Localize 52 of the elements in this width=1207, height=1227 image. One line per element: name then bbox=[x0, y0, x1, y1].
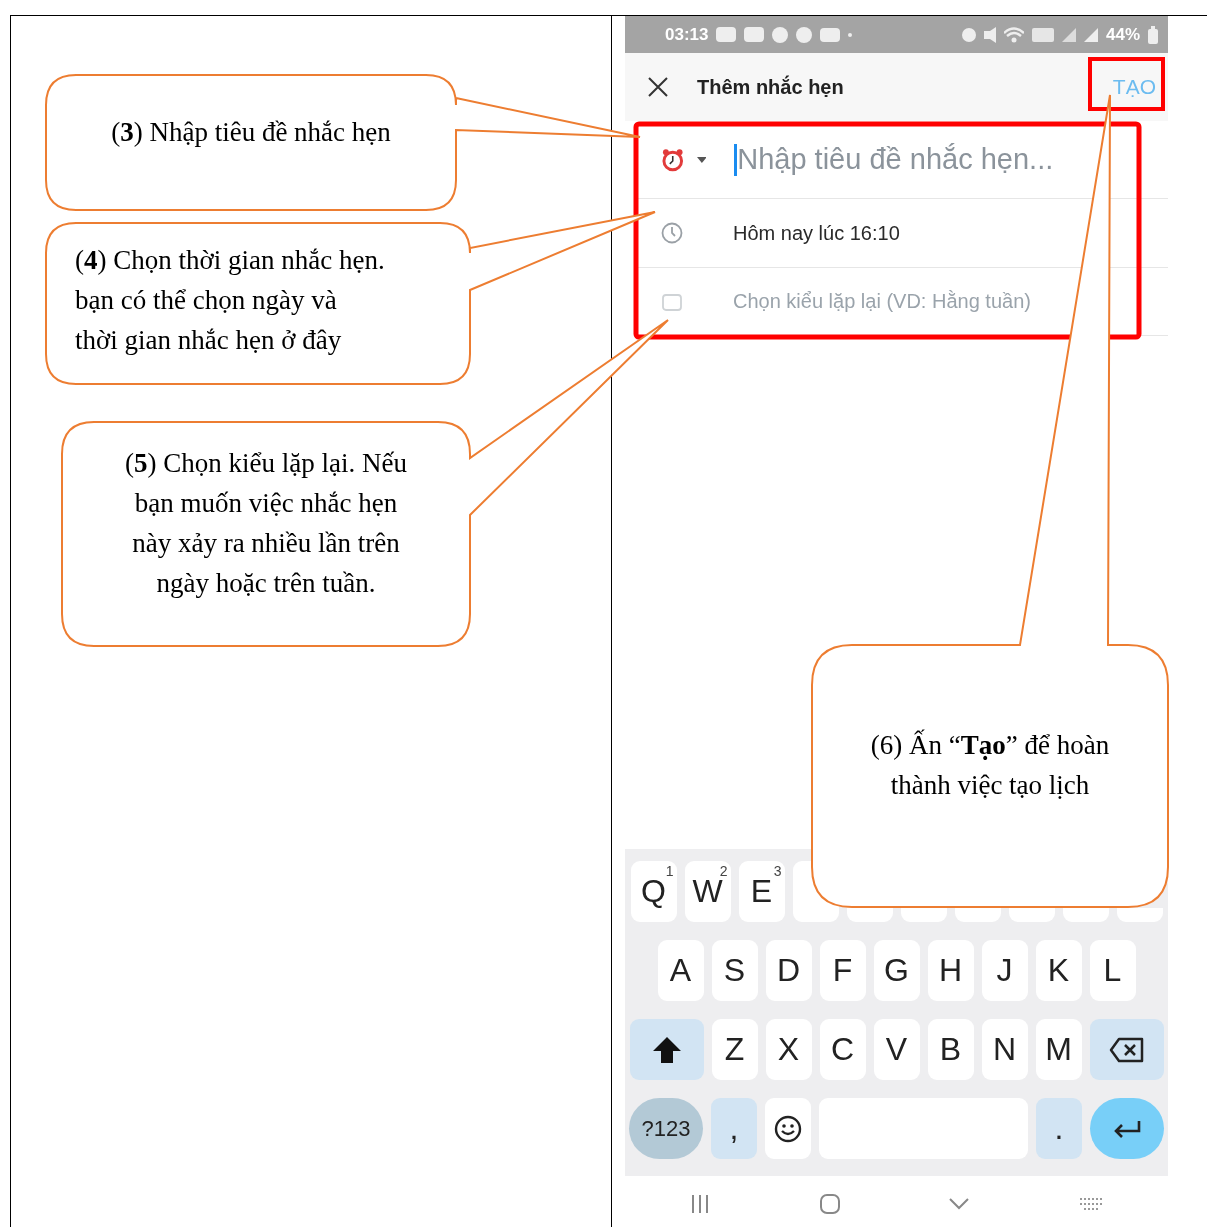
key-hint: 2 bbox=[719, 863, 728, 879]
clock-icon bbox=[661, 222, 683, 244]
letter-key[interactable]: C bbox=[819, 1019, 866, 1080]
emoji-icon bbox=[774, 1114, 802, 1143]
mute-icon bbox=[983, 26, 996, 43]
letter-key[interactable]: Z bbox=[711, 1019, 758, 1080]
title-input[interactable]: Nhập tiêu đề nhắc hẹn... bbox=[737, 143, 1168, 176]
letter-key[interactable]: X bbox=[765, 1019, 812, 1080]
close-icon[interactable] bbox=[647, 76, 669, 98]
letter-key[interactable]: S bbox=[711, 940, 758, 1001]
dropdown-caret-icon[interactable] bbox=[696, 156, 707, 163]
enter-icon bbox=[1112, 1118, 1142, 1139]
callout-text: (3) Nhập tiêu đề nhắc hẹn bbox=[110, 116, 392, 149]
keyboard-icon[interactable] bbox=[1078, 1195, 1105, 1212]
punctuation-key[interactable]: , bbox=[711, 1098, 757, 1159]
letter-key[interactable]: K bbox=[1035, 940, 1082, 1001]
signal-icon bbox=[1083, 27, 1098, 42]
text-cursor bbox=[734, 143, 738, 176]
emoji-key[interactable] bbox=[765, 1098, 811, 1159]
status-time: 03:13 bbox=[665, 24, 709, 45]
home-icon[interactable] bbox=[818, 1192, 841, 1215]
backspace-key[interactable] bbox=[1089, 1019, 1164, 1080]
letter-key[interactable]: V bbox=[873, 1019, 920, 1080]
back-icon[interactable] bbox=[948, 1196, 971, 1211]
letter-key[interactable]: G bbox=[873, 940, 920, 1001]
letter-key[interactable]: L bbox=[1089, 940, 1136, 1001]
shift-key[interactable] bbox=[629, 1019, 704, 1080]
enter-key[interactable] bbox=[1090, 1098, 1164, 1159]
symbols-key[interactable]: ?123 bbox=[629, 1098, 703, 1159]
wifi-icon bbox=[1003, 26, 1024, 43]
callout-text: (4) Chọn thời gian nhắc hẹn. bạn có thể chọn ngày và thời gian nhắc hẹn ở đây bbox=[75, 244, 386, 357]
letter-key[interactable]: N bbox=[981, 1019, 1028, 1080]
dot-icon bbox=[848, 32, 853, 37]
punctuation-key[interactable]: . bbox=[1036, 1098, 1082, 1159]
screen-title: Thêm nhắc hẹn bbox=[697, 75, 845, 99]
letter-key[interactable]: D bbox=[765, 940, 812, 1001]
letter-key[interactable]: F bbox=[819, 940, 866, 1001]
key-hint: 3 bbox=[773, 863, 782, 879]
callout-text: (5) Chọn kiểu lặp lại. Nếu bạn muốn việc nhắc hẹn này xảy ra nhiều lần trên ngày hoặc trên tuần. bbox=[124, 447, 408, 600]
reminder-time[interactable]: Hôm nay lúc 16:10 bbox=[733, 221, 900, 245]
battery-percent: 44% bbox=[1105, 24, 1140, 45]
key-hint: 1 bbox=[665, 863, 674, 879]
signal-icon bbox=[1061, 27, 1076, 42]
backspace-icon bbox=[1108, 1036, 1145, 1063]
callout-text: (6) Ấn “Tạo” để hoàn thành việc tạo lịch bbox=[869, 728, 1111, 802]
letter-key[interactable]: B bbox=[927, 1019, 974, 1080]
letter-key[interactable]: A bbox=[657, 940, 704, 1001]
battery-icon bbox=[1148, 25, 1158, 44]
alarm-clock-icon[interactable] bbox=[661, 147, 685, 172]
letter-key[interactable]: H bbox=[927, 940, 974, 1001]
letter-key[interactable]: J bbox=[981, 940, 1028, 1001]
letter-key[interactable]: M bbox=[1035, 1019, 1082, 1080]
